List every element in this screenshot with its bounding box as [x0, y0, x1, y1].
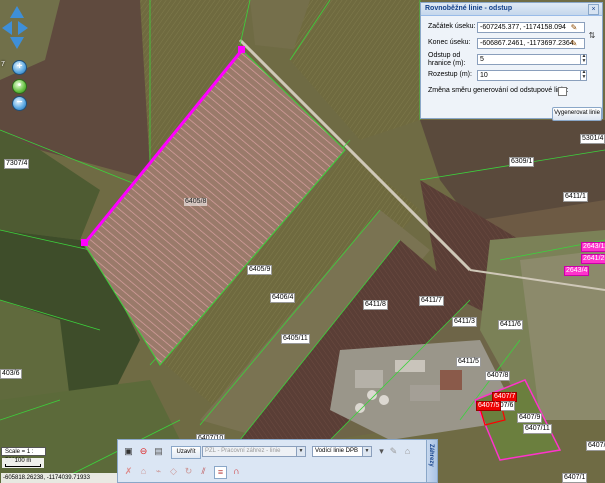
parcel-label-main: 6405/8	[184, 198, 208, 206]
parcel-label: 6411/8	[363, 300, 388, 310]
start-label: Začátek úseku:	[428, 23, 476, 30]
offset-input[interactable]: 5	[477, 54, 587, 65]
save-icon[interactable]: ▣	[123, 446, 134, 457]
end-label: Konec úseku:	[428, 39, 471, 46]
chevron-down-icon[interactable]: ▼	[296, 447, 305, 456]
toolbar-side-tab[interactable]: Záhrezy	[426, 440, 437, 482]
panel-title: Rovnoběžné linie - odstup	[421, 3, 602, 16]
parcel-label: 6407/11	[523, 424, 552, 434]
pan-down-icon[interactable]	[10, 37, 24, 49]
reverse-direction-label: Změna směru generování od odstupové lini…	[428, 87, 569, 94]
zoom-out-icon[interactable]: −	[12, 96, 27, 111]
spacing-label: Rozestup (m):	[428, 71, 472, 78]
layer-select[interactable]: PZL - Pracovní záhrez - linie ▼	[202, 446, 306, 457]
parcel-label: 6309/1	[509, 157, 535, 167]
parcel-label: 6406/4	[270, 293, 296, 303]
delete-vertex-icon[interactable]: ✗	[123, 466, 134, 477]
close-button[interactable]: Uzavřít	[171, 446, 201, 459]
generate-lines-button[interactable]: Vygenerovat linie	[552, 107, 602, 121]
parallel-lines-panel: Rovnoběžné linie - odstup × Začátek úsek…	[420, 2, 603, 121]
pick-end-icon[interactable]: ✎	[569, 38, 579, 49]
parcel-label-pink: 2641/2	[581, 254, 605, 264]
pan-up-icon[interactable]	[10, 6, 24, 18]
parcel-label: 6407/9	[517, 413, 543, 423]
edit-icon[interactable]: ✎	[388, 446, 399, 457]
pick-start-icon[interactable]: ✎	[569, 22, 579, 33]
snap-icon[interactable]: ∩	[231, 466, 242, 477]
reverse-direction-checkbox[interactable]	[558, 87, 567, 96]
guide-layer-select[interactable]: Vodící linie DPB ▼	[312, 446, 372, 457]
scale-display: Scale = 1 : 5000	[1, 447, 46, 464]
split-icon[interactable]: ⌁	[153, 466, 164, 477]
parcel-label: 403/6	[0, 369, 22, 379]
swap-icon[interactable]: ⇅	[587, 30, 597, 41]
offset-line-icon[interactable]: ⫽	[198, 466, 209, 477]
parcel-label: 6407/1	[562, 473, 588, 483]
zoom-extent-icon[interactable]: •	[12, 79, 27, 94]
pan-left-icon[interactable]	[2, 21, 12, 35]
zoom-level: 7	[1, 61, 5, 68]
close-icon[interactable]: ×	[588, 4, 599, 15]
scale-bar: 100 m	[2, 458, 44, 468]
parcel-label-pink: 2643/12	[581, 242, 605, 252]
chevron-down-icon[interactable]: ▼	[362, 447, 371, 456]
zoom-in-icon[interactable]: +	[12, 60, 27, 75]
parcel-label: 6407/8	[485, 371, 511, 381]
draw-icon[interactable]: ⌂	[402, 446, 413, 457]
guide-layer-value: Vodící linie DPB	[315, 448, 359, 454]
layer-icon[interactable]: ▤	[153, 446, 164, 457]
parcel-label-pink: 2643/4	[564, 266, 590, 276]
parcel-label: 7307/4	[4, 159, 30, 169]
merge-icon[interactable]: ◇	[168, 466, 179, 477]
pan-right-icon[interactable]	[18, 21, 28, 35]
parcel-label: 6411/6	[498, 320, 523, 330]
cancel-icon[interactable]: ⊖	[138, 446, 149, 457]
options-icon[interactable]: ▾	[376, 446, 387, 457]
parcel-label-selected: 6407/5	[476, 401, 502, 411]
parcel-label: 6411/1	[563, 192, 588, 202]
cursor-coordinates: -605818.26238, -1174039.71933	[1, 473, 117, 483]
parcel-label: 6411/3	[452, 317, 477, 327]
move-icon[interactable]: ⌂	[138, 466, 149, 477]
offset-spinner[interactable]: ▲ ▼	[580, 54, 587, 65]
map-navigation	[2, 6, 32, 54]
parcel-label: 6411/7	[419, 296, 444, 306]
parcel-label: 6411/5	[456, 357, 481, 367]
parcel-label: 5301/4	[580, 134, 605, 144]
spacing-input[interactable]: 10	[477, 70, 587, 81]
offset-label-line1: Odstup od	[428, 52, 461, 59]
parcel-label: 6405/9	[247, 265, 273, 275]
layer-select-value: PZL - Pracovní záhrez - linie	[205, 448, 281, 454]
rotate-icon[interactable]: ↻	[183, 466, 194, 477]
editing-toolbar: ▣ ⊖ ▤ Uzavřít PZL - Pracovní záhrez - li…	[117, 439, 438, 483]
parcel-label: 6405/11	[281, 334, 310, 344]
parcel-label: 6407/14	[586, 441, 605, 451]
offset-label-line2: hranice (m):	[428, 60, 466, 67]
toolbar-side-label: Záhrezy	[428, 444, 434, 467]
parallel-lines-icon[interactable]: ≡	[214, 466, 227, 479]
spacing-spinner[interactable]: ▲ ▼	[580, 70, 587, 81]
